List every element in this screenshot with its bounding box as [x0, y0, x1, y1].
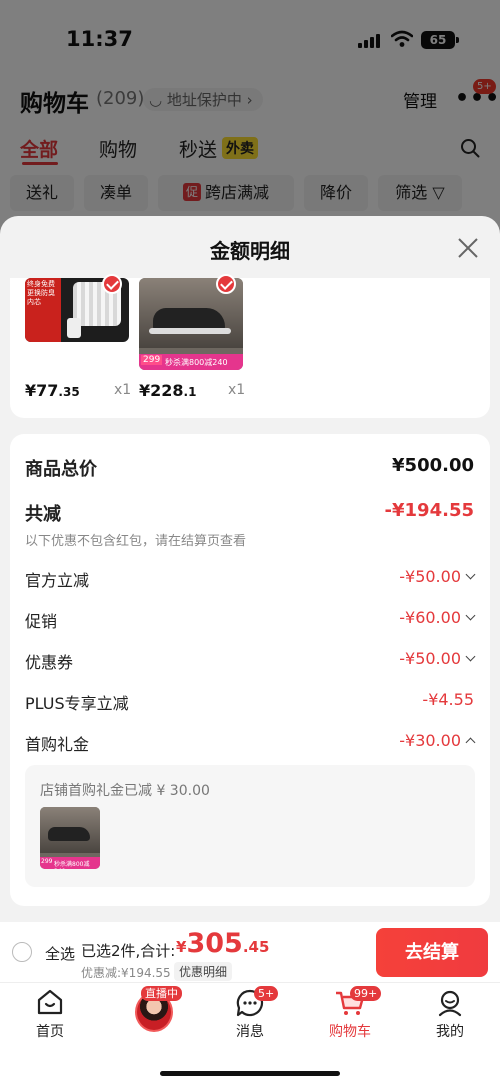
gift-product-thumb[interactable]: 299 秒杀满800减240: [40, 807, 100, 869]
sheet-title: 金额明细: [210, 239, 290, 263]
select-all-label[interactable]: 全选: [45, 943, 75, 964]
discount-row-promo[interactable]: -¥60.00: [399, 608, 476, 627]
nav-messages-label: 消息: [236, 1024, 264, 1040]
price-breakdown-card: 商品总价 ¥500.00 共减 -¥194.55 以下优惠不包含红包，请在结算页…: [10, 434, 490, 906]
item-check-icon[interactable]: [102, 274, 122, 294]
thumb-price-badge: 299: [41, 858, 53, 865]
shoe-sole: [149, 328, 231, 334]
nav-profile-label: 我的: [436, 1024, 464, 1040]
selected-items-card: 终身免费 更换防臭内芯 299 秒杀满800减240 ¥77.35 x1 ¥228…: [10, 274, 490, 418]
discount-value: -¥4.55: [422, 690, 474, 709]
discount-value: -¥30.00: [399, 731, 461, 750]
item-price: ¥228.1: [139, 381, 197, 400]
nav-home-label: 首页: [36, 1024, 64, 1040]
discount-summary: 优惠减:¥194.55: [81, 966, 171, 980]
chevron-down-icon: [465, 569, 476, 580]
discount-value: -¥50.00: [399, 649, 461, 668]
discount-row-official[interactable]: -¥50.00: [399, 567, 476, 586]
item-qty: x1: [114, 382, 132, 398]
nav-divider: [0, 982, 500, 983]
select-all-radio[interactable]: [12, 942, 32, 962]
discount-value: -¥60.00: [399, 608, 461, 627]
home-indicator: [160, 1071, 340, 1076]
thumb-caption: 秒杀满800减240: [165, 358, 228, 367]
live-badge: 直播中: [141, 986, 182, 1001]
chevron-up-icon: [465, 737, 476, 748]
total-label: 商品总价: [25, 459, 97, 480]
chevron-down-icon: [465, 651, 476, 662]
chevron-down-icon: [465, 610, 476, 621]
discount-row-coupon[interactable]: -¥50.00: [399, 649, 476, 668]
discount-value: -¥50.00: [399, 567, 461, 586]
item-qty: x1: [228, 382, 246, 398]
thumb-price-badge: 299: [141, 355, 163, 365]
thumb-product-part: [67, 318, 81, 338]
thumb-text: 终身免费 更换防臭内芯: [27, 280, 55, 306]
profile-icon: [438, 990, 462, 1017]
item-check-icon[interactable]: [216, 274, 236, 294]
discount-label: 优惠券: [25, 653, 74, 672]
discount-detail-link[interactable]: 优惠明细: [174, 962, 233, 981]
nav-cart-label: 购物车: [329, 1024, 371, 1040]
gift-note: 店铺首购礼金已减 ¥ 30.00: [40, 783, 210, 799]
first-buy-detail: 店铺首购礼金已减 ¥ 30.00 299 秒杀满800减240: [25, 765, 475, 887]
message-badge: 5+: [254, 986, 279, 1001]
checkout-total: ¥305.45: [176, 928, 270, 959]
total-value: ¥500.00: [392, 455, 474, 476]
discount-row-first-buy[interactable]: -¥30.00: [399, 731, 476, 750]
discount-row-plus: -¥4.55: [422, 690, 474, 709]
discount-label: 首购礼金: [25, 735, 90, 754]
close-icon[interactable]: [456, 236, 480, 260]
item-price: ¥77.35: [25, 381, 80, 400]
discount-label: 促销: [25, 612, 58, 631]
reduce-note: 以下优惠不包含红包，请在结算页查看: [25, 534, 247, 549]
home-icon: [37, 989, 63, 1015]
reduce-value: -¥194.55: [384, 500, 474, 521]
discount-label: 官方立减: [25, 571, 90, 590]
discount-label: PLUS专享立减: [25, 694, 129, 713]
thumb-caption: 秒杀满800减240: [54, 861, 90, 869]
shoe-shape: [48, 827, 90, 841]
checkout-button[interactable]: 去结算: [376, 928, 488, 977]
selected-summary: 已选2件,合计:: [81, 942, 176, 960]
reduce-label: 共减: [25, 504, 61, 525]
cart-badge: 99+: [350, 986, 382, 1001]
